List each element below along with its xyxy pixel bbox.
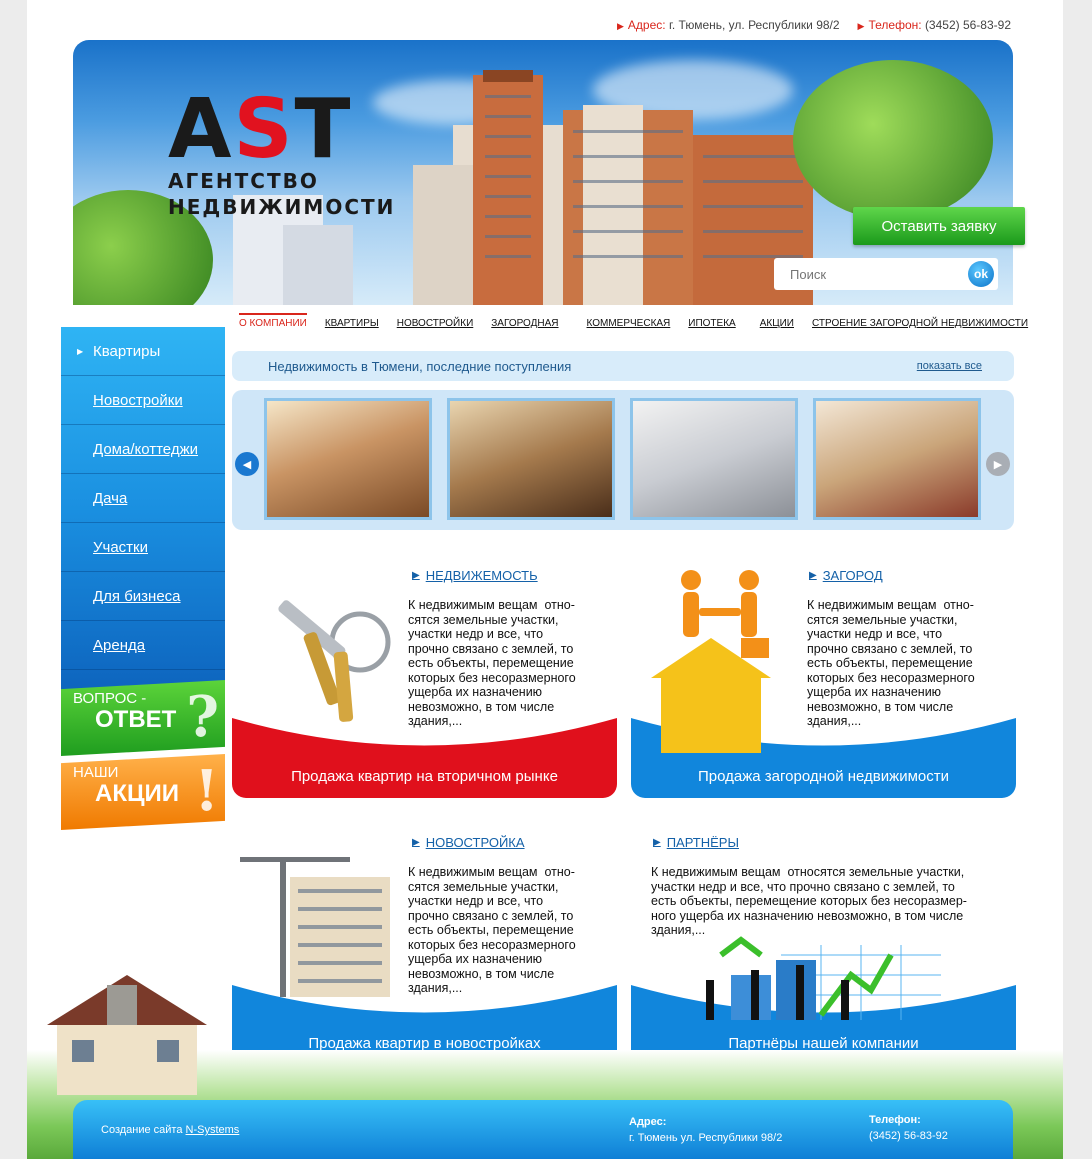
triangle-right-icon: ▶	[412, 570, 420, 581]
block-title-text[interactable]: Партнёры	[667, 835, 739, 850]
footer-phone: Телефон: (3452) 56-83-92	[869, 1112, 948, 1144]
block-text: К недвижимым вещам отно- сятся земельные…	[408, 598, 576, 728]
search-input[interactable]	[774, 266, 954, 282]
listings-gallery: ◀ ▶	[232, 390, 1014, 530]
listing-thumbnail[interactable]	[630, 398, 798, 520]
sidebar-item-houses[interactable]: Дома/коттеджи	[61, 425, 225, 474]
triangle-right-icon: ▶	[617, 21, 624, 31]
search-ok-button[interactable]: ok	[968, 261, 994, 287]
sidebar-item-business[interactable]: Для бизнеса	[61, 572, 225, 621]
crane-building-illustration	[240, 857, 390, 997]
footer-phone-value: (3452) 56-83-92	[869, 1130, 948, 1142]
listing-thumbnail[interactable]	[264, 398, 432, 520]
cottage-illustration	[47, 975, 207, 1095]
logo-line-1: АГЕНТСТВО	[168, 169, 319, 193]
search-box: ok	[774, 258, 998, 290]
block-country: Продажа загородной недвижимости ▶ Загоро…	[631, 558, 1016, 798]
address-label: Адрес:	[627, 18, 666, 32]
triangle-right-icon: ▶	[809, 570, 817, 581]
block-title[interactable]: ▶ Недвижемость	[412, 568, 538, 583]
sidebar-item-label[interactable]: Новостройки	[93, 392, 183, 409]
request-button[interactable]: Оставить заявку	[853, 207, 1025, 245]
logo-letter-a: A	[168, 82, 232, 177]
latest-listings-header: Недвижимость в Тюмени, последние поступл…	[232, 351, 1014, 381]
house-handshake-illustration	[651, 570, 771, 753]
nav-item-new-buildings[interactable]: Новостройки	[397, 318, 474, 329]
nav-item-commercial[interactable]: Коммерческая	[587, 318, 671, 329]
top-phone: ▶ Телефон: (3452) 56-83-92	[858, 18, 1011, 32]
sidebar-item-rent[interactable]: Аренда	[61, 621, 225, 670]
page: ▶ Адрес: г. Тюмень, ул. Республики 98/2 ▶…	[27, 0, 1063, 1159]
block-text: К недвижимым вещам отно- сятся земельные…	[408, 865, 576, 995]
sidebar-item-label[interactable]: Участки	[93, 539, 148, 556]
block-title-text[interactable]: Новостройка	[426, 835, 525, 850]
sidebar-item-label[interactable]: Дача	[93, 490, 127, 507]
sidebar: Квартиры Новостройки Дома/коттеджи Дача …	[61, 327, 225, 697]
nav-item-apartments[interactable]: Квартиры	[325, 318, 379, 329]
keys-illustration	[278, 600, 391, 722]
logo-letter-t: T	[294, 82, 351, 177]
arrow-right-icon[interactable]: ▶	[986, 452, 1010, 476]
sidebar-item-label[interactable]: Квартиры	[93, 343, 160, 360]
phone-value: (3452) 56-83-92	[924, 18, 1011, 32]
footer-credit: Создание сайта N-Systems	[101, 1124, 239, 1136]
sidebar-item-apartments[interactable]: Квартиры	[61, 327, 225, 376]
top-contacts: ▶ Адрес: г. Тюмень, ул. Республики 98/2 ▶…	[617, 18, 1011, 32]
address-value: г. Тюмень, ул. Республики 98/2	[668, 18, 840, 32]
sidebar-item-label[interactable]: Дома/коттеджи	[93, 441, 198, 458]
promo-qa-banner[interactable]: ВОПРОС - ОТВЕТ ?	[61, 680, 225, 756]
sidebar-item-label[interactable]: Для бизнеса	[93, 588, 181, 605]
show-all-link[interactable]: показать все	[917, 360, 982, 372]
arrow-left-icon[interactable]: ◀	[235, 452, 259, 476]
footer-phone-label: Телефон:	[869, 1114, 921, 1126]
footer-credit-prefix: Создание сайта	[101, 1124, 186, 1136]
nav-item-country[interactable]: Загородная	[491, 318, 558, 329]
logo-letter-s: S	[233, 82, 293, 177]
logo-line-2: НЕДВИЖИМОСТИ	[168, 195, 396, 219]
partners-growth-illustration	[706, 936, 941, 1020]
block-real-estate: Продажа квартир на вторичном рынке ▶ Нед…	[232, 558, 617, 798]
triangle-right-icon: ▶	[412, 837, 420, 848]
block-title-text[interactable]: Недвижемость	[426, 568, 538, 583]
sidebar-item-new-buildings[interactable]: Новостройки	[61, 376, 225, 425]
top-address: ▶ Адрес: г. Тюмень, ул. Республики 98/2	[617, 18, 840, 32]
block-bar-label: Продажа загородной недвижимости	[698, 768, 949, 785]
block-partners: Партнёры нашей компании ▶ Партнёры К нед…	[631, 825, 1016, 1065]
nav-item-country-construction[interactable]: Строение загородной недвижимости	[812, 318, 1028, 329]
footer-address-label: Адрес:	[629, 1116, 667, 1128]
block-bar-label: Продажа квартир на вторичном рынке	[291, 768, 558, 785]
block-title[interactable]: ▶ Загород	[809, 568, 883, 583]
nav-item-promotions[interactable]: Акции	[760, 318, 794, 329]
triangle-right-icon: ▶	[653, 837, 661, 848]
block-title[interactable]: ▶ Партнёры	[653, 835, 739, 850]
footer-address-value: г. Тюмень ул. Республики 98/2	[629, 1132, 783, 1144]
block-title-text[interactable]: Загород	[823, 568, 883, 583]
listing-thumbnail[interactable]	[447, 398, 615, 520]
triangle-right-icon: ▶	[857, 21, 865, 31]
block-new-buildings: Продажа квартир в новостройках ▶ Новостр…	[232, 825, 617, 1065]
block-text: К недвижимым вещам отно- сятся земельные…	[807, 598, 975, 728]
sidebar-item-label[interactable]: Аренда	[93, 637, 145, 654]
nav-item-about[interactable]: О компании	[239, 313, 307, 329]
promo-actions-banner[interactable]: НАШИ АКЦИИ !	[61, 754, 225, 830]
footer: Создание сайта N-Systems Адрес: г. Тюмен…	[73, 1100, 1013, 1159]
footer-address: Адрес: г. Тюмень ул. Республики 98/2	[629, 1114, 782, 1146]
latest-title: Недвижимость в Тюмени, последние поступл…	[268, 358, 572, 374]
sidebar-item-plots[interactable]: Участки	[61, 523, 225, 572]
block-title[interactable]: ▶ Новостройка	[412, 835, 525, 850]
listing-thumbnail[interactable]	[813, 398, 981, 520]
block-text: К недвижимым вещам относятся земельные у…	[651, 865, 967, 937]
main-nav: О компании Квартиры Новостройки Загородн…	[239, 313, 1028, 329]
sidebar-item-dacha[interactable]: Дача	[61, 474, 225, 523]
footer-credit-link[interactable]: N-Systems	[186, 1124, 240, 1136]
logo[interactable]: A S T АГЕНТСТВО НЕДВИЖИМОСТИ	[168, 82, 396, 219]
question-mark-icon: ?	[186, 684, 219, 750]
exclamation-mark-icon: !	[194, 758, 219, 824]
phone-label: Телефон:	[868, 18, 922, 32]
nav-item-mortgage[interactable]: Ипотека	[688, 318, 735, 329]
tree-decoration	[793, 60, 993, 220]
